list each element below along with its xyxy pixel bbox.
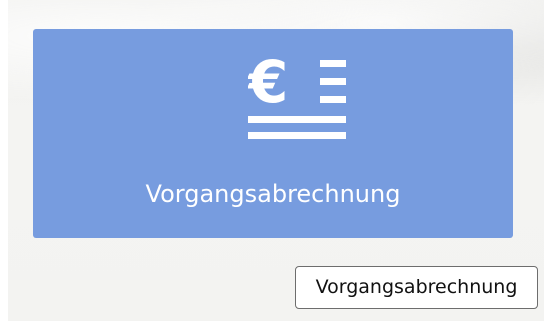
euro-document-icon: € bbox=[248, 50, 346, 139]
icon-line-5 bbox=[248, 132, 346, 139]
left-edge bbox=[0, 0, 8, 321]
icon-line-1 bbox=[320, 60, 346, 67]
euro-symbol: € bbox=[248, 50, 288, 116]
icon-line-4 bbox=[248, 116, 346, 123]
icon-line-3 bbox=[320, 96, 346, 103]
screen: € Vorgangsabrechnung Vorgangsabrechnung bbox=[0, 0, 544, 321]
vorgangsabrechnung-tile[interactable]: € Vorgangsabrechnung bbox=[33, 29, 513, 238]
tooltip: Vorgangsabrechnung bbox=[295, 266, 538, 309]
icon-line-2 bbox=[320, 78, 346, 85]
tile-label: Vorgangsabrechnung bbox=[145, 180, 401, 208]
